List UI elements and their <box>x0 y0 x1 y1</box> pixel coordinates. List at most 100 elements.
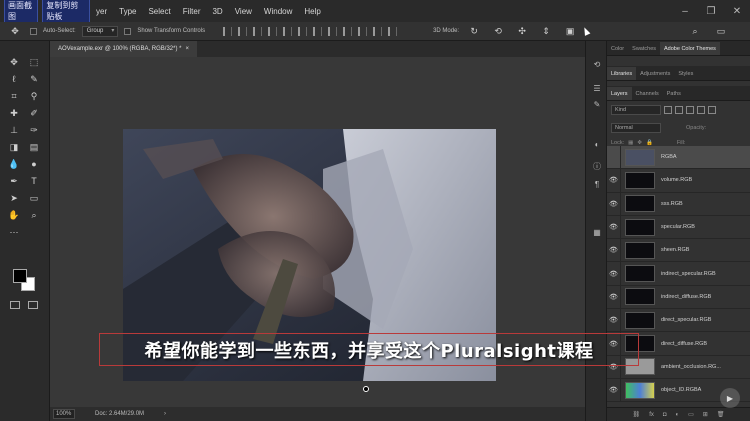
tab-layers[interactable]: Layers <box>607 87 632 100</box>
menu-type[interactable]: Type <box>113 7 142 16</box>
layer-row[interactable]: 👁 indirect_diffuse.RGB <box>607 285 750 310</box>
brush-icon[interactable]: ✐ <box>25 106 43 120</box>
status-arrow-icon[interactable]: › <box>164 411 166 417</box>
history-icon[interactable]: ⟲ <box>591 59 603 70</box>
marquee-icon[interactable]: ⬚ <box>25 55 43 69</box>
workspace-icon[interactable]: ▭ <box>712 25 730 39</box>
blur-icon[interactable]: 💧 <box>5 157 23 171</box>
tab-channels[interactable]: Channels <box>632 87 663 100</box>
tab-adjustments[interactable]: Adjustments <box>636 67 674 80</box>
visibility-eye-icon[interactable]: 👁 <box>607 262 621 286</box>
move-tool-icon[interactable]: ✥ <box>6 24 24 38</box>
tab-paths[interactable]: Paths <box>663 87 685 100</box>
filter-adjustment-icon[interactable] <box>675 106 683 114</box>
layer-kind-filter[interactable]: Kind <box>611 105 661 115</box>
visibility-eye-icon[interactable]: 👁 <box>607 238 621 262</box>
lasso-icon[interactable]: ℓ <box>5 72 23 86</box>
visibility-eye-icon[interactable]: 👁 <box>607 215 621 239</box>
stamp-icon[interactable]: ⊥ <box>5 123 23 137</box>
libraries-icon[interactable]: ▦ <box>591 227 603 238</box>
filter-smart-icon[interactable] <box>708 106 716 114</box>
fx-icon[interactable]: fx <box>649 412 654 418</box>
menu-window[interactable]: Window <box>258 7 298 16</box>
menu-view[interactable]: View <box>229 7 258 16</box>
delete-layer-icon[interactable]: 🗑 <box>717 411 725 418</box>
filter-shape-icon[interactable] <box>697 106 705 114</box>
document-tab[interactable]: AOVexample.exr @ 100% (RGBA, RGB/32*) * … <box>50 41 197 57</box>
3d-rotate-icon[interactable]: ↻ <box>465 24 483 38</box>
foreground-color-swatch[interactable] <box>13 269 27 283</box>
new-layer-icon[interactable]: ⊞ <box>703 411 708 418</box>
auto-select-checkbox[interactable] <box>30 27 37 35</box>
path-select-icon[interactable]: ➤ <box>5 191 23 205</box>
align-hcenter-icon[interactable] <box>283 26 293 36</box>
link-layers-icon[interactable]: ⛓ <box>633 411 641 418</box>
tab-swatches[interactable]: Swatches <box>628 42 660 55</box>
visibility-eye-icon[interactable]: 👁 <box>607 168 621 192</box>
brush-settings-icon[interactable]: ✎ <box>591 99 603 110</box>
search-icon[interactable]: ⌕ <box>686 25 704 39</box>
menu-select[interactable]: Select <box>142 7 176 16</box>
paragraph-icon[interactable]: ¶ <box>591 179 603 190</box>
quick-select-icon[interactable]: ✎ <box>25 72 43 86</box>
align-right-icon[interactable] <box>298 26 308 36</box>
healing-icon[interactable]: ✚ <box>5 106 23 120</box>
distribute-bottom-icon[interactable] <box>343 26 353 36</box>
screen-mode-icon[interactable] <box>28 301 38 309</box>
3d-slide-icon[interactable]: ⇕ <box>537 24 555 38</box>
align-bottom-icon[interactable] <box>253 26 263 36</box>
layer-row[interactable]: 👁 sss.RGB <box>607 192 750 216</box>
play-icon[interactable]: ▶ <box>720 388 740 408</box>
visibility-eye-icon[interactable]: 👁 <box>607 308 621 332</box>
close-icon[interactable]: ✕ <box>724 0 750 22</box>
add-mask-icon[interactable]: ◘ <box>663 412 667 418</box>
info-icon[interactable]: ⓘ <box>591 161 603 172</box>
close-tab-icon[interactable]: × <box>185 46 189 52</box>
screenshot-chip[interactable]: 画面截图 <box>4 0 39 24</box>
distribute-vcenter-icon[interactable] <box>328 26 338 36</box>
layer-row[interactable]: 👁 sheen.RGB <box>607 238 750 263</box>
gradient-icon[interactable]: ▤ <box>25 140 43 154</box>
properties-icon[interactable]: ☰ <box>591 83 603 94</box>
minimize-icon[interactable]: – <box>672 0 698 22</box>
maximize-icon[interactable]: ❐ <box>698 0 724 22</box>
eraser-icon[interactable]: ◨ <box>5 140 23 154</box>
layer-row[interactable]: RGBA <box>607 145 750 170</box>
visibility-eye-icon[interactable] <box>607 145 621 169</box>
menu-help[interactable]: Help <box>298 7 326 16</box>
visibility-eye-icon[interactable]: 👁 <box>607 378 621 402</box>
zoom-icon[interactable]: ⌕ <box>25 208 43 222</box>
zoom-field[interactable]: 100% <box>53 409 75 419</box>
align-left-icon[interactable] <box>268 26 278 36</box>
type-icon[interactable]: T <box>25 174 43 188</box>
menu-layer[interactable]: yer <box>90 7 113 16</box>
new-group-icon[interactable]: ▭ <box>688 411 694 418</box>
lock-all-icon[interactable]: 🔒 <box>646 140 653 146</box>
blend-mode-select[interactable]: Normal <box>611 123 661 133</box>
3d-pan-icon[interactable]: ✣ <box>513 24 531 38</box>
quick-mask-icon[interactable] <box>10 301 20 309</box>
layer-row[interactable]: 👁 direct_specular.RGB <box>607 308 750 333</box>
distribute-right-icon[interactable] <box>388 26 398 36</box>
more-tools-icon[interactable]: ⋯ <box>5 225 23 239</box>
adjustment-layer-icon[interactable]: ◐ <box>675 412 679 418</box>
hand-icon[interactable]: ✋ <box>5 208 23 222</box>
layer-row[interactable]: 👁 volume.RGB <box>607 168 750 193</box>
3d-scale-icon[interactable]: ▣ <box>561 24 579 38</box>
visibility-eye-icon[interactable]: 👁 <box>607 285 621 309</box>
distribute-top-icon[interactable] <box>313 26 323 36</box>
adjustments-icon[interactable]: ◐ <box>591 139 603 150</box>
pen-icon[interactable]: ✒ <box>5 174 23 188</box>
copy-clipboard-chip[interactable]: 复制到剪贴板 <box>42 0 90 24</box>
filter-type-icon[interactable] <box>686 106 694 114</box>
show-transform-checkbox[interactable] <box>124 27 132 35</box>
auto-select-dropdown[interactable]: Group <box>81 25 119 37</box>
doc-size-info[interactable]: Doc: 2.64M/29.0M <box>95 411 144 417</box>
layer-row[interactable]: 👁 specular.RGB <box>607 215 750 240</box>
menu-3d[interactable]: 3D <box>206 7 228 16</box>
eyedropper-icon[interactable]: ⚲ <box>25 89 43 103</box>
align-vcenter-icon[interactable] <box>238 26 248 36</box>
tab-adobe-color-themes[interactable]: Adobe Color Themes <box>660 42 720 55</box>
lock-pixels-icon[interactable]: ▦ <box>628 140 633 146</box>
tab-libraries[interactable]: Libraries <box>607 67 637 80</box>
